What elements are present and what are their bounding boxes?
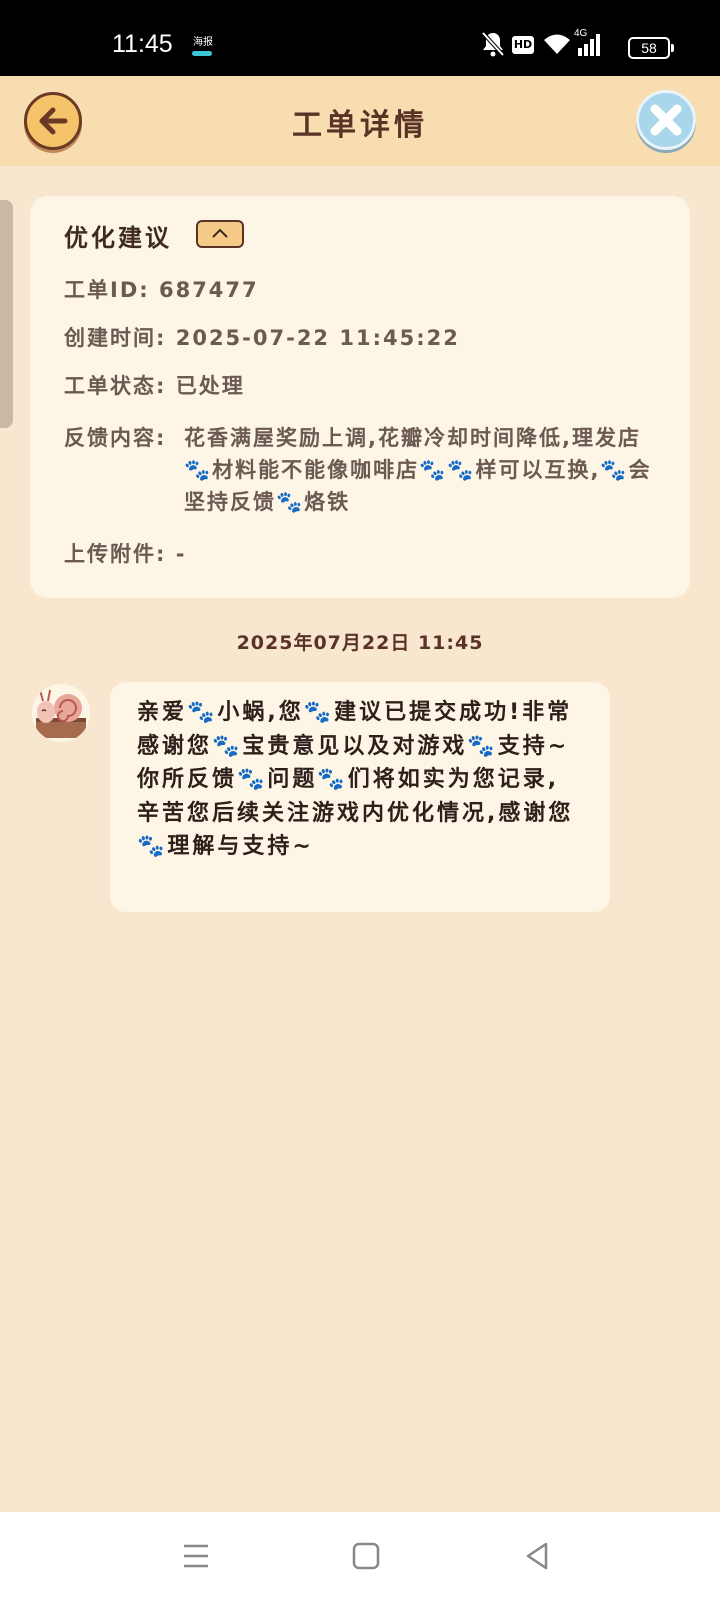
chat-bubble: 亲爱🐾小蜗,您🐾建议已提交成功!非常感谢您🐾宝贵意见以及对游戏🐾支持~你所反馈🐾… — [110, 682, 610, 912]
feedback-label: 反馈内容: — [64, 426, 167, 450]
ticket-id-label: 工单ID: — [64, 278, 150, 302]
chat-timestamp: 2025年07月22日 11:45 — [236, 632, 484, 654]
mute-bell-icon — [481, 31, 505, 57]
avatar — [32, 684, 90, 742]
status-label: 工单状态: — [64, 374, 167, 398]
chevron-up-icon — [212, 228, 228, 238]
wifi-icon — [544, 34, 570, 54]
attachment-label: 上传附件: — [64, 542, 167, 566]
ticket-id-value: 687477 — [158, 278, 259, 302]
menu-icon[interactable] — [180, 1540, 212, 1572]
snail-avatar-icon — [32, 684, 90, 742]
ticket-card: 优化建议 工单ID: 687477 创建时间: 2025-07-22 11:45… — [30, 196, 690, 598]
back-triangle-icon[interactable] — [522, 1540, 554, 1572]
ticket-id-row: 工单ID: 687477 — [64, 274, 259, 304]
collapse-button[interactable] — [196, 220, 244, 248]
attachment-row: 上传附件: - — [64, 538, 186, 568]
feedback-content: 花香满屋奖励上调,花瓣冷却时间降低,理发店🐾材料能不能像咖啡店🐾🐾样可以互换,🐾… — [184, 426, 652, 514]
battery-indicator: 58 — [628, 37, 674, 59]
status-icons: HD 4G 58 — [480, 28, 674, 60]
attachment-value: - — [175, 542, 187, 566]
header: 工单详情 — [0, 76, 720, 166]
created-time-row: 创建时间: 2025-07-22 11:45:22 — [64, 322, 460, 352]
status-time: 11:45 — [112, 30, 173, 58]
hd-icon: HD — [512, 36, 534, 54]
side-drawer-handle[interactable] — [0, 200, 13, 428]
system-nav-bar — [0, 1512, 720, 1600]
home-icon[interactable] — [350, 1540, 382, 1572]
chat-message: 亲爱🐾小蜗,您🐾建议已提交成功!非常感谢您🐾宝贵意见以及对游戏🐾支持~你所反馈🐾… — [137, 700, 574, 859]
page-title: 工单详情 — [292, 108, 428, 143]
created-time-value: 2025-07-22 11:45:22 — [175, 326, 460, 350]
close-icon — [650, 104, 682, 136]
close-button[interactable] — [636, 90, 696, 150]
notification-app-icon: 海报 — [192, 38, 214, 60]
notification-app-icon-text: 海报 — [193, 37, 213, 48]
ticket-type: 优化建议 — [64, 224, 172, 252]
signal-icon — [578, 34, 600, 56]
status-bar: 11:45 海报 HD 4G 58 — [0, 0, 720, 76]
status-row: 工单状态: 已处理 — [64, 370, 245, 400]
created-time-label: 创建时间: — [64, 326, 167, 350]
status-value: 已处理 — [175, 374, 245, 398]
